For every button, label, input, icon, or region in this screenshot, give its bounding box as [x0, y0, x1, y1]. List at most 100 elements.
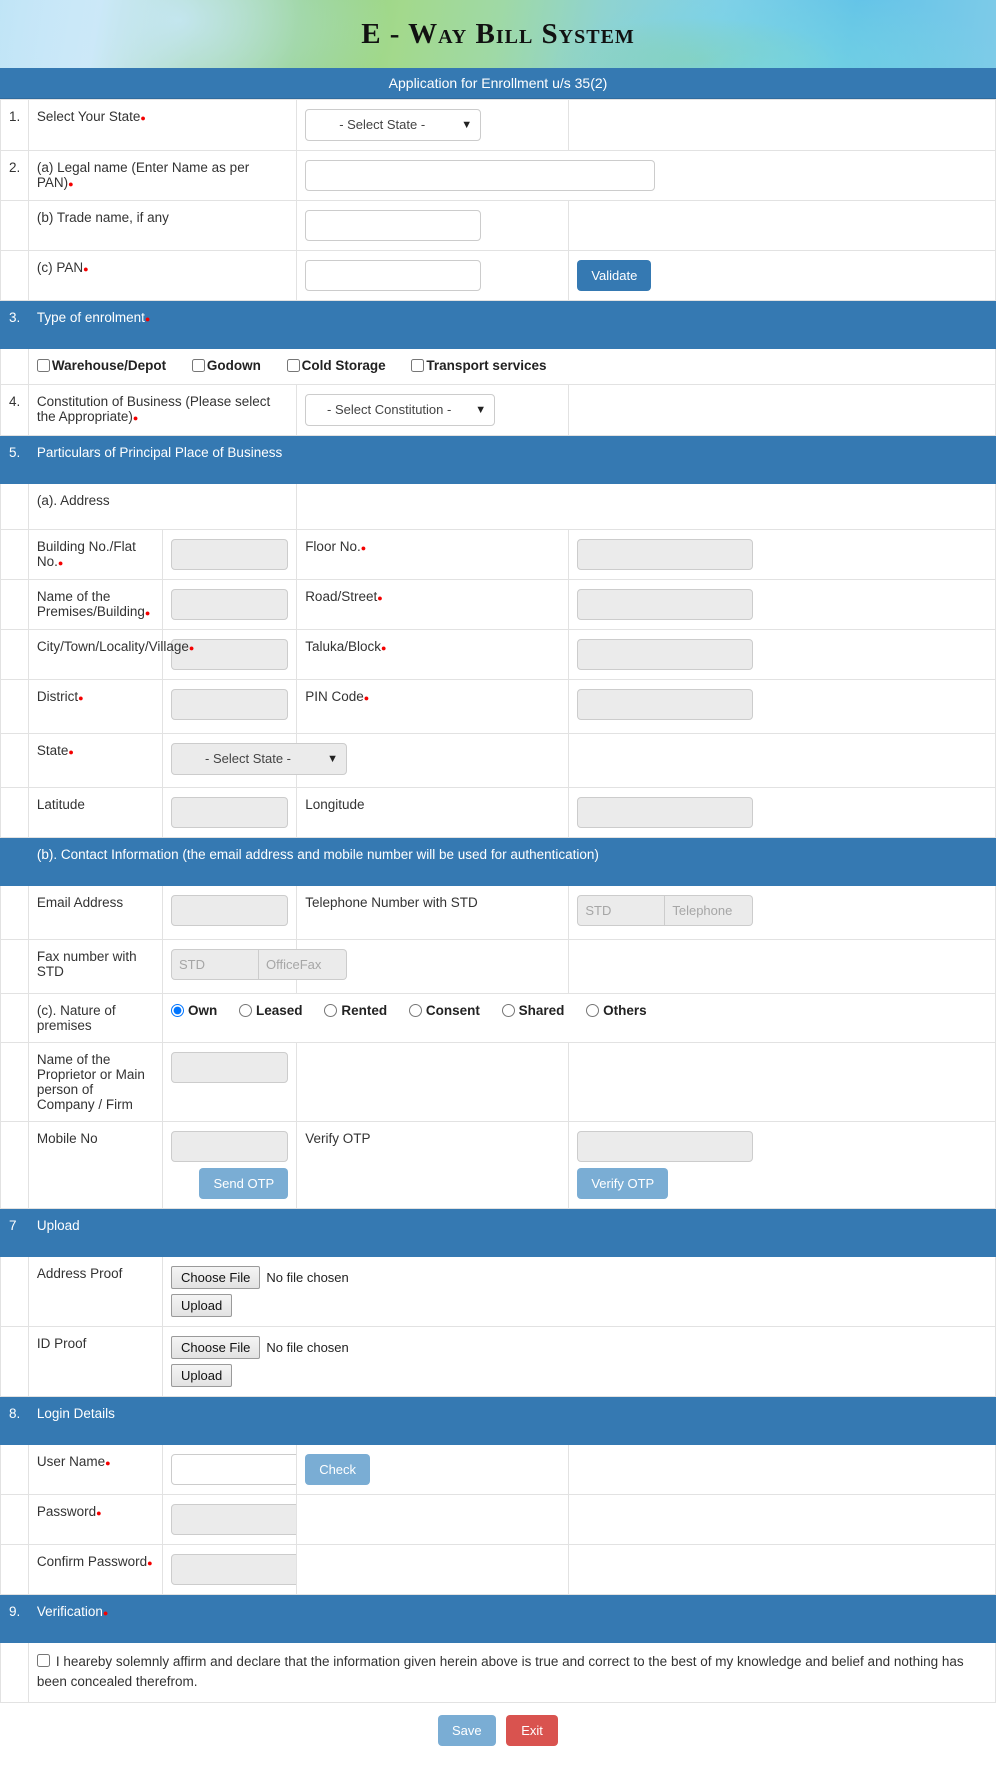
- row-number-5: 5.: [1, 436, 29, 484]
- checkbox-godown-label: Godown: [207, 358, 261, 373]
- app-title: E - Way Bill System: [0, 0, 996, 68]
- label-district: District: [28, 680, 162, 734]
- label-select-state: Select Your State: [28, 100, 296, 151]
- field-proprietor: [163, 1043, 297, 1122]
- checkbox-cold-storage-input[interactable]: [287, 359, 300, 372]
- row-confirm-password: Confirm Password: [1, 1545, 996, 1595]
- checkbox-cold-storage[interactable]: Cold Storage: [287, 358, 386, 373]
- checkbox-godown-input[interactable]: [192, 359, 205, 372]
- longitude-input[interactable]: [577, 797, 753, 828]
- enrolment-type-checkbox-group: Warehouse/Depot Godown Cold Storage Tran…: [28, 349, 995, 385]
- section-title-particulars: Particulars of Principal Place of Busine…: [28, 436, 296, 484]
- pan-input[interactable]: [305, 260, 481, 291]
- field-id-proof: Choose FileNo file chosen Upload: [163, 1327, 996, 1397]
- confirm-password-row-spacer-right: [569, 1545, 996, 1595]
- row-address-heading: (a). Address: [1, 484, 996, 530]
- radio-leased-input[interactable]: [239, 1004, 252, 1017]
- state-value: - Select State -: [205, 751, 291, 766]
- field-mobile-no: Send OTP: [163, 1122, 297, 1209]
- required-marker: [145, 603, 150, 620]
- label-mobile-no: Mobile No: [28, 1122, 162, 1209]
- latitude-input[interactable]: [171, 797, 288, 828]
- address-proof-choose-file-button[interactable]: Choose File: [171, 1266, 260, 1289]
- constitution-value: - Select Constitution -: [327, 402, 451, 417]
- confirm-password-row-spacer-left: [297, 1545, 569, 1595]
- checkbox-transport-services-input[interactable]: [411, 359, 424, 372]
- row-number-blank: [1, 994, 29, 1043]
- telephone-std-input[interactable]: [577, 895, 665, 926]
- label-email: Email Address: [28, 886, 162, 940]
- constitution-dropdown[interactable]: - Select Constitution - ▼: [305, 394, 495, 426]
- radio-consent[interactable]: Consent: [409, 1003, 480, 1018]
- section-title-verification: Verification: [28, 1595, 995, 1643]
- checkbox-cold-storage-label: Cold Storage: [302, 358, 386, 373]
- row-building-floor: Building No./Flat No. Floor No.: [1, 530, 996, 580]
- fax-std-input[interactable]: [171, 949, 259, 980]
- label-building-no: Building No./Flat No.: [28, 530, 162, 580]
- select-state-dropdown[interactable]: - Select State - ▼: [305, 109, 481, 141]
- checkbox-warehouse-depot-input[interactable]: [37, 359, 50, 372]
- field-password: [163, 1495, 297, 1545]
- label-nature-of-premises: (c). Nature of premises: [28, 994, 162, 1043]
- pin-code-input[interactable]: [577, 689, 753, 720]
- radio-own[interactable]: Own: [171, 1003, 217, 1018]
- trade-name-input[interactable]: [305, 210, 481, 241]
- building-no-input[interactable]: [171, 539, 288, 570]
- checkbox-godown[interactable]: Godown: [192, 358, 261, 373]
- label-id-proof: ID Proof: [28, 1327, 162, 1397]
- checkbox-warehouse-depot-label: Warehouse/Depot: [52, 358, 166, 373]
- fax-number-input[interactable]: [259, 949, 347, 980]
- field-city: [163, 630, 297, 680]
- radio-own-input[interactable]: [171, 1004, 184, 1017]
- verify-otp-button[interactable]: Verify OTP: [577, 1168, 668, 1199]
- state-dropdown[interactable]: - Select State - ▼: [171, 743, 347, 775]
- id-proof-choose-file-button[interactable]: Choose File: [171, 1336, 260, 1359]
- radio-rented[interactable]: Rented: [324, 1003, 387, 1018]
- field-fax: [163, 940, 297, 994]
- section-verification: 9. Verification: [1, 1595, 996, 1643]
- district-input[interactable]: [171, 689, 288, 720]
- section-upload: 7 Upload: [1, 1209, 996, 1257]
- radio-shared[interactable]: Shared: [502, 1003, 565, 1018]
- id-proof-upload-button[interactable]: Upload: [171, 1364, 232, 1387]
- radio-leased[interactable]: Leased: [239, 1003, 303, 1018]
- declaration-checkbox[interactable]: [37, 1654, 50, 1667]
- row-number-blank: [1, 886, 29, 940]
- telephone-number-input[interactable]: [665, 895, 753, 926]
- section-title-text: Type of enrolment: [37, 310, 145, 325]
- floor-no-input[interactable]: [577, 539, 753, 570]
- check-username-button[interactable]: Check: [305, 1454, 370, 1485]
- label-telephone: Telephone Number with STD: [297, 886, 569, 940]
- radio-others-input[interactable]: [586, 1004, 599, 1017]
- mobile-no-input[interactable]: [171, 1131, 288, 1162]
- email-input[interactable]: [171, 895, 288, 926]
- checkbox-warehouse-depot[interactable]: Warehouse/Depot: [37, 358, 166, 373]
- section-title-verification-text: Verification: [37, 1604, 103, 1619]
- taluka-input[interactable]: [577, 639, 753, 670]
- row-number-blank: [1, 630, 29, 680]
- verify-otp-input[interactable]: [577, 1131, 753, 1162]
- radio-own-label: Own: [188, 1003, 217, 1018]
- road-street-input[interactable]: [577, 589, 753, 620]
- radio-rented-input[interactable]: [324, 1004, 337, 1017]
- save-button[interactable]: Save: [438, 1715, 496, 1746]
- label-select-state-text: Select Your State: [37, 109, 141, 124]
- radio-others[interactable]: Others: [586, 1003, 647, 1018]
- exit-button[interactable]: Exit: [506, 1715, 558, 1746]
- validate-button[interactable]: Validate: [577, 260, 651, 291]
- label-pin-code: PIN Code: [297, 680, 569, 734]
- field-constitution: - Select Constitution - ▼: [297, 385, 569, 436]
- checkbox-transport-services[interactable]: Transport services: [411, 358, 546, 373]
- row-number-blank: [1, 1122, 29, 1209]
- address-proof-upload-button[interactable]: Upload: [171, 1294, 232, 1317]
- premises-name-input[interactable]: [171, 589, 288, 620]
- row-number-blank: [1, 530, 29, 580]
- row-number-9: 9.: [1, 1595, 29, 1643]
- section-title-upload: Upload: [28, 1209, 995, 1257]
- send-otp-button[interactable]: Send OTP: [199, 1168, 288, 1199]
- proprietor-input[interactable]: [171, 1052, 288, 1083]
- field-confirm-password: [163, 1545, 297, 1595]
- legal-name-input[interactable]: [305, 160, 655, 191]
- radio-consent-input[interactable]: [409, 1004, 422, 1017]
- radio-shared-input[interactable]: [502, 1004, 515, 1017]
